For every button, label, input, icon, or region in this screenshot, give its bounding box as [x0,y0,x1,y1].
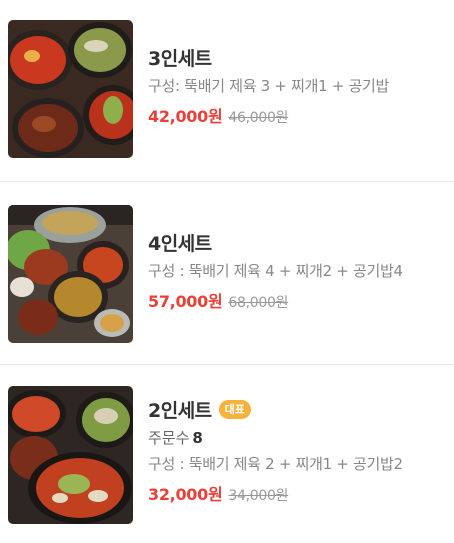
menu-item-original-price: 68,000원 [228,295,289,311]
menu-item[interactable]: 4인세트 구성 : 뚝배기 제육 4 + 찌개2 + 공기밥4 57,000원 … [0,183,454,365]
menu-item-title: 2인세트 [148,399,212,422]
menu-item-original-price: 46,000원 [228,110,289,126]
order-count: 주문수 8 [148,428,403,448]
menu-item-original-price: 34,000원 [228,488,289,504]
menu-item-description: 구성 : 뚝배기 제육 4 + 찌개2 + 공기밥4 [148,262,403,280]
menu-item-price: 32,000원 [148,485,223,504]
representative-badge: 대표 [218,399,251,419]
menu-item-price: 42,000원 [148,107,223,126]
menu-item-image[interactable] [8,20,133,158]
menu-item-title: 3인세트 [148,47,212,70]
menu-item-description: 구성: 뚝배기 제육 3 + 찌개1 + 공기밥 [148,77,390,95]
menu-item[interactable]: 2인세트 대표 주문수 8 구성 : 뚝배기 제육 2 + 찌개1 + 공기밥2 … [0,366,454,543]
divider [0,364,454,365]
menu-item-description: 구성 : 뚝배기 제육 2 + 찌개1 + 공기밥2 [148,455,403,473]
order-count-label: 주문수 [148,429,190,447]
menu-item-image[interactable] [8,386,133,524]
menu-item-price: 57,000원 [148,292,223,311]
divider [0,181,454,182]
order-count-value: 8 [192,429,203,447]
menu-item-title: 4인세트 [148,232,212,255]
menu-item[interactable]: 3인세트 구성: 뚝배기 제육 3 + 찌개1 + 공기밥 42,000원 46… [0,0,454,182]
menu-item-image[interactable] [8,205,133,343]
